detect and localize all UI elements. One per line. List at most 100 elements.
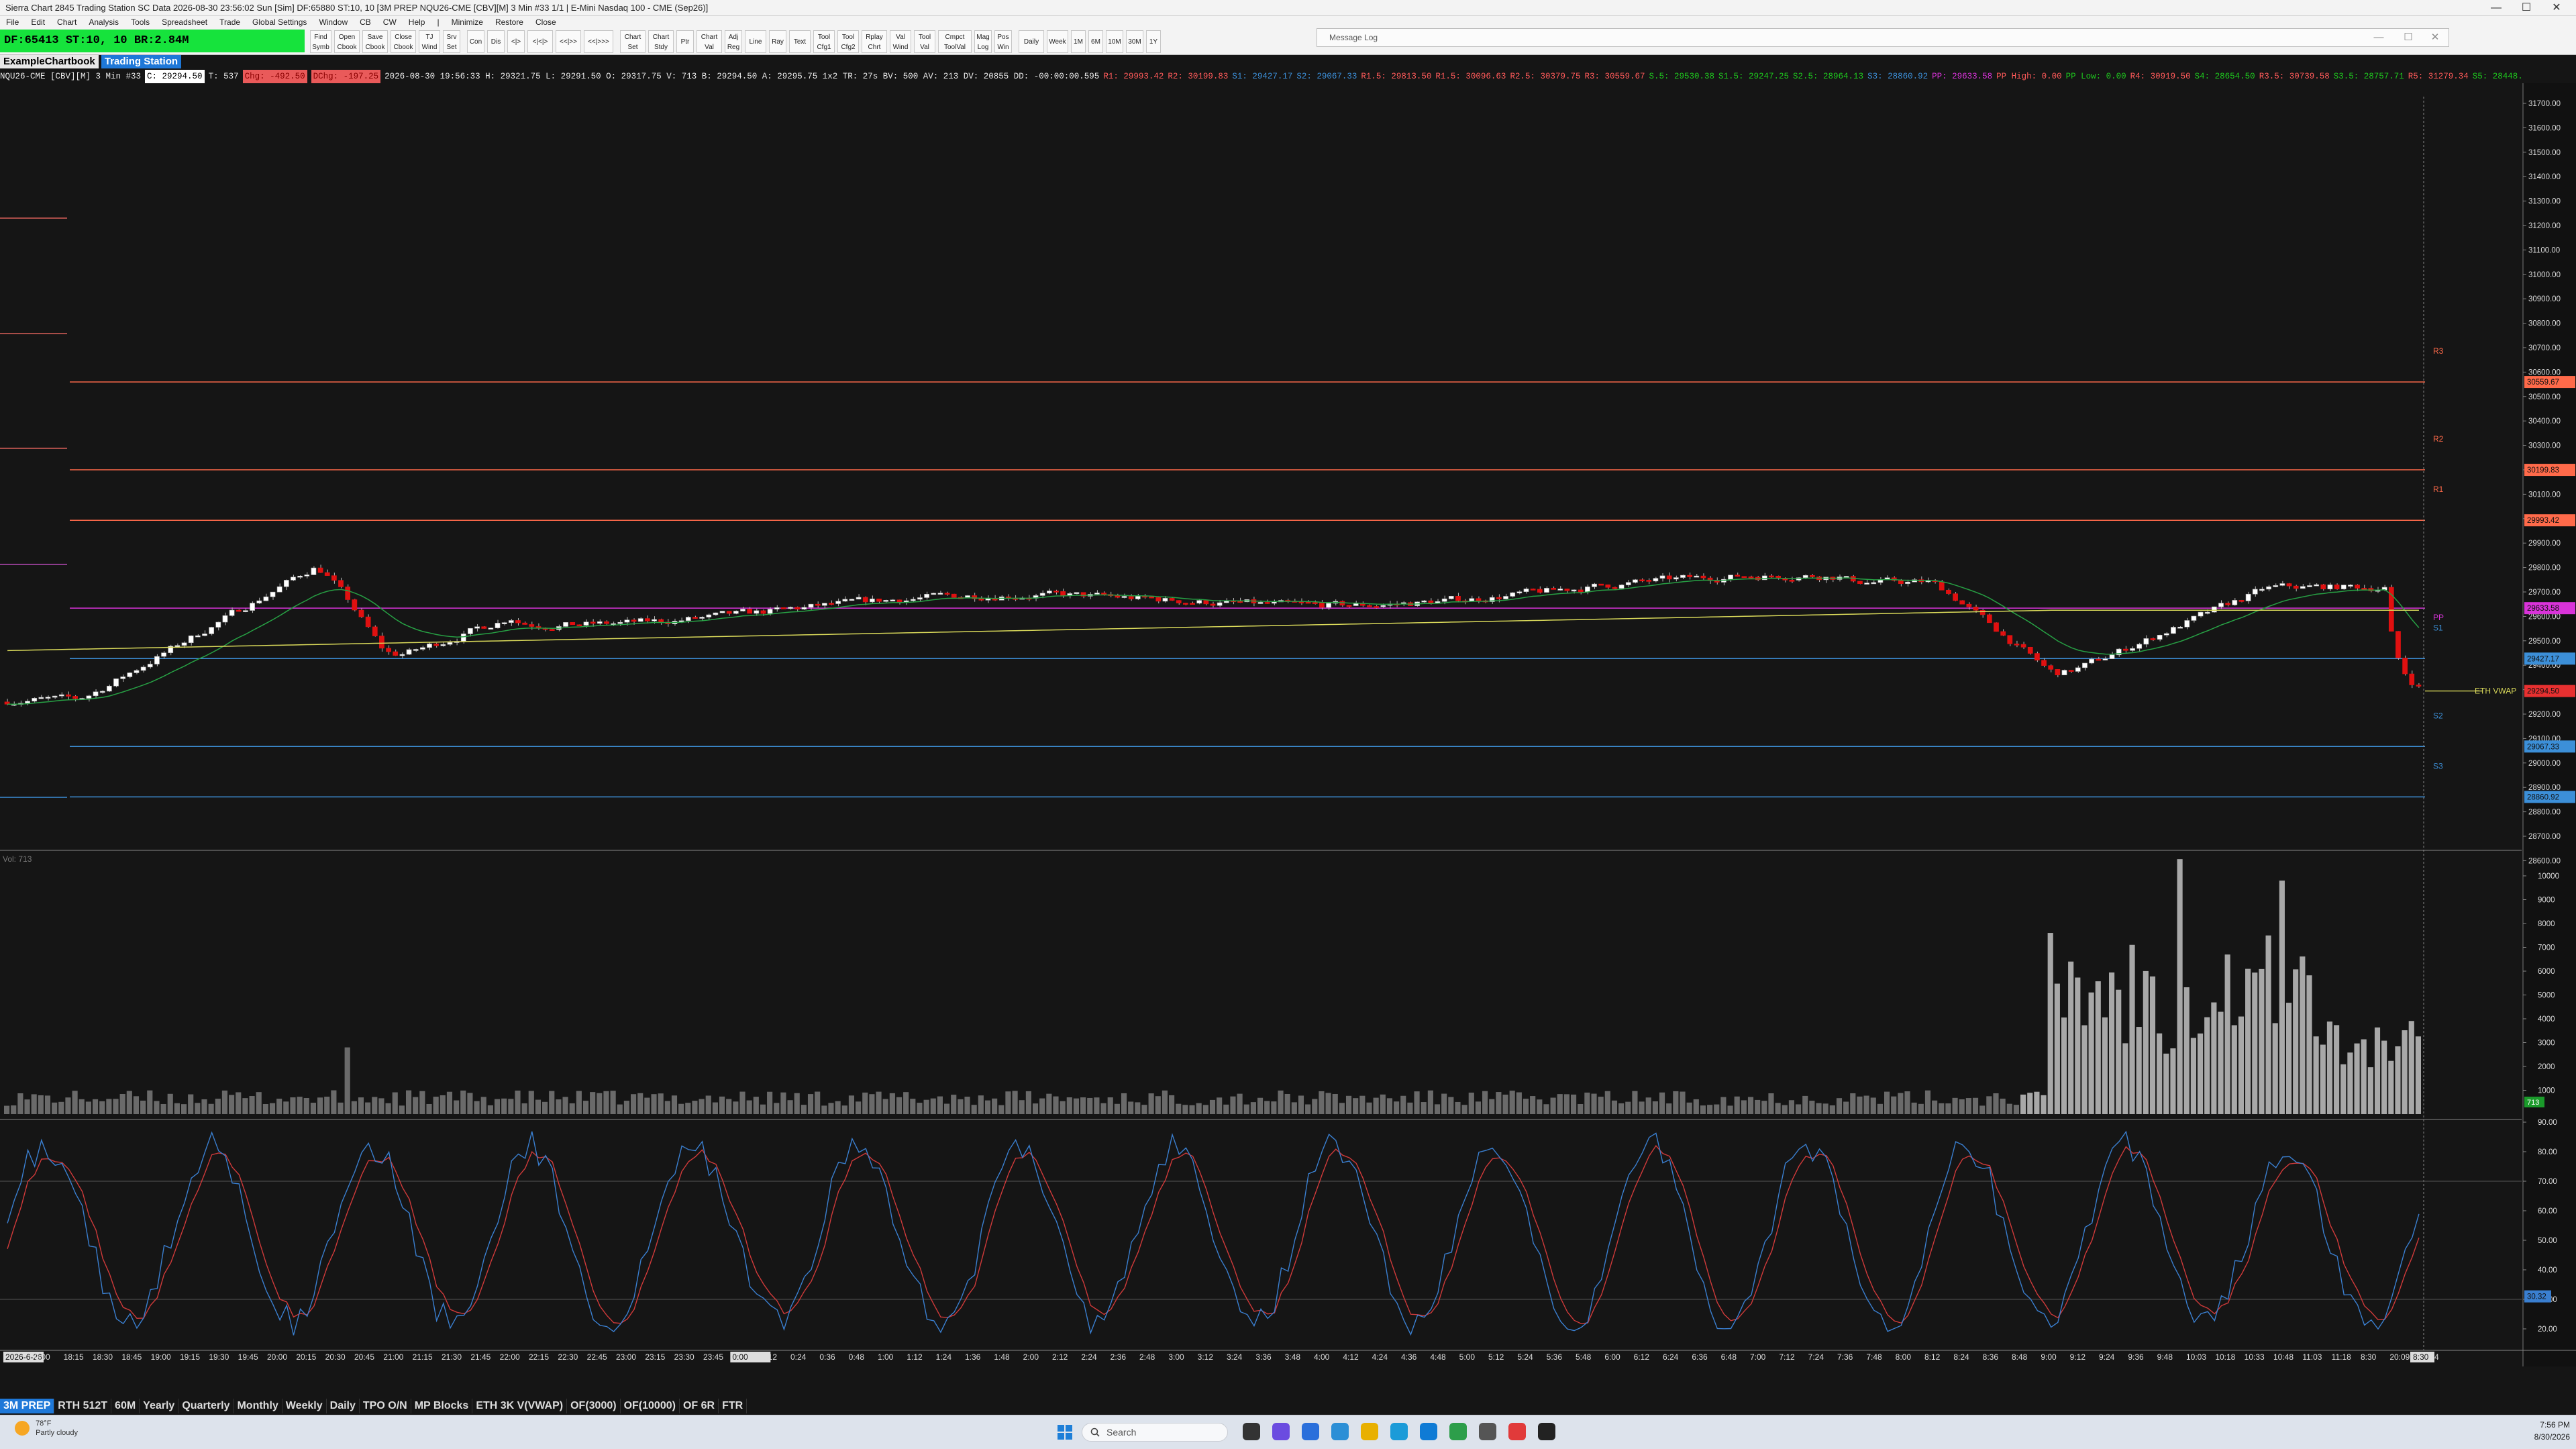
volume-bar: [1993, 1093, 1999, 1114]
volume-bar: [1012, 1091, 1018, 1114]
toolbar-button[interactable]: 1Y: [1146, 30, 1161, 53]
weather-widget[interactable]: 78°F Partly cloudy: [15, 1419, 78, 1438]
toolbar-button[interactable]: <|<|>: [527, 30, 553, 53]
taskbar-search[interactable]: Search: [1082, 1423, 1228, 1442]
toolbar-button[interactable]: <<|>>: [556, 30, 581, 53]
toolbar-button[interactable]: TJ Wind: [419, 30, 440, 53]
time-tick-label: 4:24: [1372, 1352, 1388, 1362]
taskbar-app-icon[interactable]: [1479, 1423, 1496, 1440]
chart-tab[interactable]: Weekly: [282, 1399, 327, 1413]
menu-item[interactable]: File: [0, 16, 25, 28]
price-pane[interactable]: [0, 83, 2522, 850]
taskbar-app-icon[interactable]: [1508, 1423, 1526, 1440]
taskbar-app-icon[interactable]: [1243, 1423, 1260, 1440]
toolbar-button[interactable]: Close Cbook: [391, 30, 416, 53]
menu-item[interactable]: Trade: [213, 16, 246, 28]
chart-tab[interactable]: Quarterly: [178, 1399, 234, 1413]
toolbar-button[interactable]: Ray: [769, 30, 786, 53]
chart-tab[interactable]: ETH 3K V(VWAP): [472, 1399, 568, 1413]
toolbar-button[interactable]: Rplay Chrt: [862, 30, 887, 53]
toolbar-button[interactable]: Text: [789, 30, 811, 53]
taskbar-app-icon[interactable]: [1331, 1423, 1349, 1440]
chart-tab[interactable]: OF(10000): [621, 1399, 680, 1413]
maximize-button[interactable]: ☐: [2513, 0, 2540, 16]
menu-item[interactable]: Minimize: [446, 16, 489, 28]
toolbar-button[interactable]: Tool Cfg2: [837, 30, 859, 53]
menu-item[interactable]: Restore: [489, 16, 529, 28]
taskbar-app-icon[interactable]: [1390, 1423, 1408, 1440]
toolbar-button[interactable]: 6M: [1088, 30, 1103, 53]
chart-tab[interactable]: TPO O/N: [360, 1399, 411, 1413]
toolbar-button[interactable]: Find Symb: [310, 30, 331, 53]
message-log-close-button[interactable]: ✕: [2420, 29, 2450, 46]
toolbar-button[interactable]: <|>: [507, 30, 525, 53]
chart-area[interactable]: 31700.00 31600.00 31500.00 31400.00 31300.00…: [0, 83, 2576, 1366]
toolbar-button[interactable]: Week: [1047, 30, 1068, 53]
toolbar-button[interactable]: Tool Val: [914, 30, 935, 53]
toolbar-button[interactable]: 10M: [1106, 30, 1123, 53]
chart-tab[interactable]: FTR: [719, 1399, 748, 1413]
price-tick-label: 29000.00: [2528, 760, 2561, 768]
pivot-price-box-label: 29067.33: [2527, 743, 2559, 751]
chart-tab[interactable]: 60M: [111, 1399, 140, 1413]
toolbar-button[interactable]: Pos Win: [994, 30, 1012, 53]
menu-item[interactable]: CW: [377, 16, 403, 28]
volume-bar: [1482, 1091, 1488, 1114]
message-log-window[interactable]: Message Log — ☐ ✕: [1317, 28, 2449, 47]
chart-tab[interactable]: RTH 512T: [54, 1399, 112, 1413]
menu-item[interactable]: Close: [529, 16, 562, 28]
toolbar-button[interactable]: Ptr: [676, 30, 694, 53]
toolbar-button[interactable]: Chart Val: [697, 30, 722, 53]
toolbar-button[interactable]: Chart Set: [620, 30, 646, 53]
chart-tab[interactable]: Daily: [327, 1399, 360, 1413]
taskbar-app-icon[interactable]: [1420, 1423, 1437, 1440]
system-clock[interactable]: 7:56 PM 8/30/2026: [2496, 1419, 2570, 1443]
chart-tab[interactable]: Monthly: [234, 1399, 282, 1413]
windows-start-icon[interactable]: [1056, 1423, 1074, 1441]
window-title-bar[interactable]: Sierra Chart 2845 Trading Station SC Dat…: [0, 0, 2576, 16]
toolbar-button[interactable]: 30M: [1126, 30, 1143, 53]
taskbar-app-icon[interactable]: [1361, 1423, 1378, 1440]
menu-item[interactable]: Chart: [51, 16, 83, 28]
toolbar-button[interactable]: Daily: [1019, 30, 1044, 53]
menu-item[interactable]: Edit: [25, 16, 51, 28]
menu-item[interactable]: CB: [354, 16, 377, 28]
volume-bar: [1870, 1097, 1876, 1114]
tab-trading-station[interactable]: Trading Station: [101, 55, 182, 68]
menu-item[interactable]: Analysis: [83, 16, 125, 28]
toolbar-button[interactable]: Mag Log: [974, 30, 992, 53]
message-log-maximize-button[interactable]: ☐: [2393, 29, 2423, 46]
menu-item[interactable]: Spreadsheet: [156, 16, 213, 28]
toolbar-button[interactable]: Save Cbook: [362, 30, 388, 53]
toolbar-button[interactable]: Line: [745, 30, 766, 53]
chart-tab[interactable]: OF(3000): [567, 1399, 621, 1413]
taskbar-app-icon[interactable]: [1272, 1423, 1290, 1440]
toolbar-button[interactable]: 1M: [1071, 30, 1086, 53]
toolbar-button[interactable]: Con: [467, 30, 484, 53]
minimize-button[interactable]: —: [2483, 0, 2510, 16]
chartbook-name[interactable]: ExampleChartbook: [0, 55, 99, 68]
toolbar-button[interactable]: Cmpct ToolVal: [938, 30, 972, 53]
chart-tab[interactable]: OF 6R: [680, 1399, 719, 1413]
taskbar-app-icon[interactable]: [1449, 1423, 1467, 1440]
taskbar-app-icon[interactable]: [1538, 1423, 1555, 1440]
menu-item[interactable]: Tools: [125, 16, 156, 28]
toolbar-button[interactable]: Dis: [487, 30, 505, 53]
message-log-minimize-button[interactable]: —: [2364, 29, 2393, 46]
bull-candle: [58, 694, 64, 697]
chart-tab[interactable]: Yearly: [140, 1399, 179, 1413]
toolbar-button[interactable]: Val Wind: [890, 30, 911, 53]
toolbar-button[interactable]: Tool Cfg1: [813, 30, 835, 53]
chart-tab[interactable]: 3M PREP: [0, 1399, 55, 1413]
menu-item[interactable]: Global Settings: [246, 16, 313, 28]
taskbar-app-icon[interactable]: [1302, 1423, 1319, 1440]
toolbar-button[interactable]: Chart Stdy: [648, 30, 674, 53]
toolbar-button[interactable]: <<|>>>: [584, 30, 613, 53]
close-button[interactable]: ✕: [2543, 0, 2570, 16]
toolbar-button[interactable]: Srv Set: [443, 30, 460, 53]
menu-item[interactable]: Help: [403, 16, 431, 28]
chart-tab[interactable]: MP Blocks: [411, 1399, 473, 1413]
toolbar-button[interactable]: Adj Reg: [725, 30, 742, 53]
menu-item[interactable]: Window: [313, 16, 354, 28]
toolbar-button[interactable]: Open Cbook: [334, 30, 360, 53]
